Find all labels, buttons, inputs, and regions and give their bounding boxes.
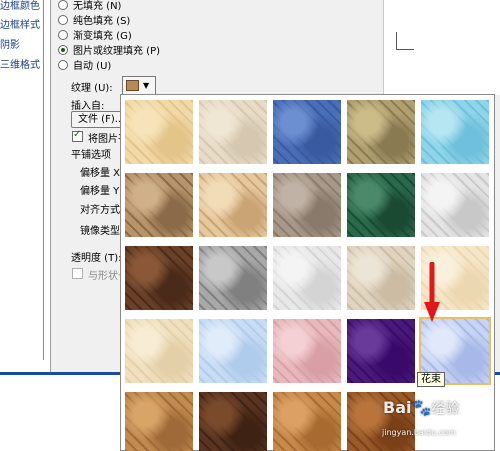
radio-label: 自动 (U)	[73, 61, 112, 72]
transparency-label: 透明度 (T):	[71, 253, 122, 264]
nav-item-border-style[interactable]: 边框样式	[0, 16, 40, 31]
texture-tile[interactable]	[347, 100, 415, 164]
alignment-label: 对齐方式	[80, 205, 120, 216]
texture-tile[interactable]	[125, 100, 193, 164]
radio-no-fill[interactable]: 无填充 (N)	[58, 0, 121, 12]
texture-tile[interactable]	[421, 100, 489, 164]
texture-tile[interactable]	[273, 246, 341, 310]
radio-automatic[interactable]: 自动 (U)	[58, 57, 111, 72]
insert-from-label: 插入自:	[71, 101, 105, 112]
texture-tile[interactable]	[347, 246, 415, 310]
radio-button[interactable]	[58, 14, 68, 25]
texture-tile[interactable]	[199, 246, 267, 310]
radio-gradient-fill[interactable]: 渐变填充 (G)	[58, 27, 132, 42]
texture-tile[interactable]	[347, 173, 415, 237]
radio-label: 图片或纹理填充 (P)	[73, 46, 161, 57]
radio-button[interactable]	[58, 44, 68, 55]
texture-tile[interactable]	[199, 392, 267, 451]
watermark-url: jingyan.baidu.com	[382, 428, 456, 437]
nav-item-shadow[interactable]: 阴影	[0, 36, 20, 51]
preview-corner-mark	[396, 32, 414, 50]
radio-button[interactable]	[58, 29, 68, 40]
texture-label: 纹理 (U):	[71, 83, 113, 94]
texture-tile[interactable]	[125, 319, 193, 383]
rotate-with-shape-checkbox[interactable]	[72, 268, 83, 279]
red-arrow-annotation	[424, 262, 440, 322]
texture-tile[interactable]	[199, 100, 267, 164]
radio-label: 渐变填充 (G)	[73, 31, 132, 42]
texture-tile[interactable]	[273, 173, 341, 237]
texture-tile[interactable]	[125, 246, 193, 310]
radio-solid-fill[interactable]: 纯色填充 (S)	[58, 12, 130, 27]
texture-tile[interactable]	[199, 173, 267, 237]
texture-tile[interactable]	[273, 392, 341, 451]
format-nav-list: 边框颜色 边框样式 阴影 三维格式	[0, 0, 44, 360]
texture-tile[interactable]	[199, 319, 267, 383]
watermark-site: 经验	[431, 401, 460, 417]
radio-label: 纯色填充 (S)	[73, 16, 131, 27]
radio-picture-texture-fill[interactable]: 图片或纹理填充 (P)	[58, 42, 160, 57]
nav-item-border-color[interactable]: 边框颜色	[0, 0, 40, 12]
chevron-down-icon: ▼	[143, 81, 150, 90]
radio-button[interactable]	[58, 59, 68, 70]
radio-button[interactable]	[58, 0, 68, 10]
nav-item-3d-format[interactable]: 三维格式	[0, 56, 40, 71]
texture-tile[interactable]	[273, 100, 341, 164]
texture-tile[interactable]	[347, 319, 415, 383]
texture-tile[interactable]	[125, 392, 193, 451]
preview-area	[383, 0, 500, 95]
mirror-type-label: 镜像类型	[80, 226, 120, 237]
tiling-options-label: 平铺选项	[71, 150, 111, 161]
offset-x-label: 偏移量 X	[80, 168, 121, 179]
texture-tooltip: 花束	[417, 372, 445, 387]
watermark-brand: Bai	[383, 398, 412, 417]
texture-tile[interactable]	[421, 173, 489, 237]
texture-tile[interactable]	[125, 173, 193, 237]
radio-label: 无填充 (N)	[73, 1, 122, 12]
tile-as-texture-checkbox[interactable]	[72, 129, 83, 142]
offset-y-label: 偏移量 Y	[80, 186, 120, 197]
paw-icon: 🐾	[411, 398, 432, 417]
texture-swatch	[126, 80, 139, 91]
texture-dropdown-button[interactable]: ▼	[122, 76, 156, 95]
baidu-watermark-logo: Bai🐾经验	[383, 398, 459, 418]
texture-tile[interactable]	[273, 319, 341, 383]
